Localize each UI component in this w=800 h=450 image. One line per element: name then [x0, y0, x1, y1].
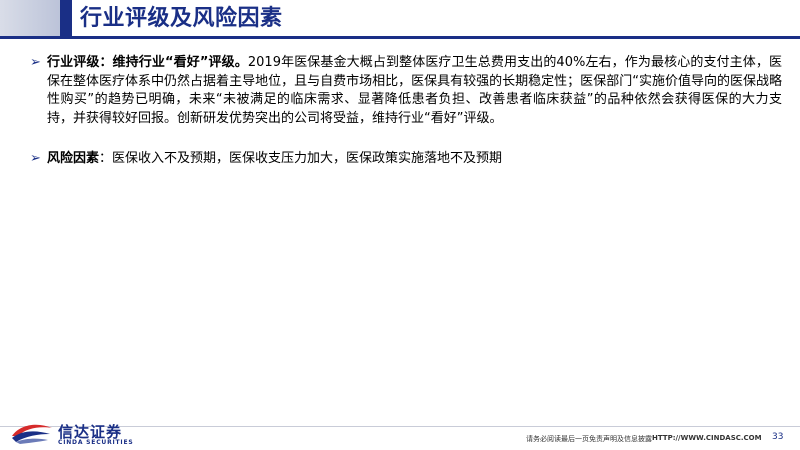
- bullet-label: 行业评级：维持行业“看好”评级。: [47, 55, 248, 70]
- logo-text-en: CINDA SECURITIES: [58, 439, 134, 446]
- bullet-arrow-icon: ➢: [30, 151, 41, 166]
- footer-disclaimer: 请务必阅读最后一页免责声明及信息披露: [526, 435, 652, 443]
- page-title: 行业评级及风险因素: [80, 6, 283, 31]
- bullet-text: 风险因素：医保收入不及预期，医保收支压力加大，医保政策实施落地不及预期: [47, 150, 782, 169]
- bullet-text: 行业评级：维持行业“看好”评级。2019年医保基金大概占到整体医疗卫生总费用支出…: [47, 54, 782, 128]
- footer-url-link[interactable]: HTTP://WWW.CINDASC.COM: [652, 434, 762, 442]
- header-divider: [0, 36, 800, 39]
- bullet-body: ：医保收入不及预期，医保收支压力加大，医保政策实施落地不及预期: [99, 151, 503, 166]
- bullet-label: 风险因素: [47, 151, 100, 166]
- page-number: 33: [772, 432, 784, 442]
- company-logo: 信达证券 CINDA SECURITIES: [10, 420, 180, 448]
- bullet-arrow-icon: ➢: [30, 55, 41, 70]
- logo-swirl-icon: [12, 424, 52, 444]
- bullet-industry-rating: ➢ 行业评级：维持行业“看好”评级。2019年医保基金大概占到整体医疗卫生总费用…: [30, 54, 782, 128]
- slide-page: 行业评级及风险因素 ➢ 行业评级：维持行业“看好”评级。2019年医保基金大概占…: [0, 0, 800, 450]
- header-accent-stripe: [60, 0, 72, 36]
- bullet-risk-factors: ➢ 风险因素：医保收入不及预期，医保收支压力加大，医保政策实施落地不及预期: [30, 150, 782, 169]
